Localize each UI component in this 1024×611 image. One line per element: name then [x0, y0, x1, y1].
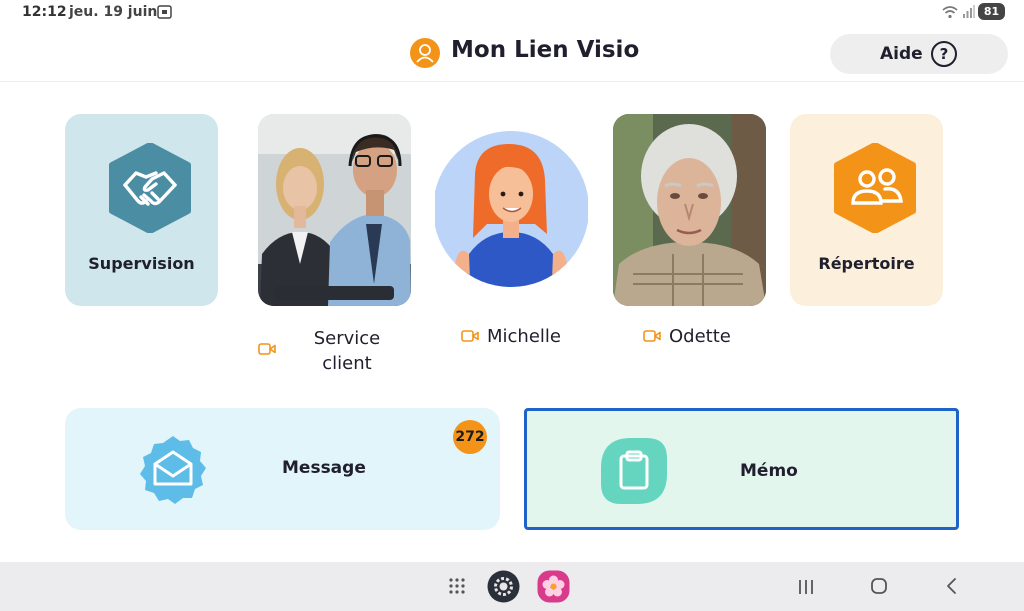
- service-client-photo: [258, 114, 411, 306]
- repertoire-tile[interactable]: Répertoire: [790, 114, 943, 306]
- message-card[interactable]: Message 272: [65, 408, 500, 530]
- michelle-avatar: [435, 131, 588, 287]
- status-time: 12:12: [22, 4, 67, 20]
- contact-name-odette[interactable]: Odette: [669, 326, 731, 347]
- status-date: jeu. 19 juin: [69, 4, 158, 20]
- wifi-icon: [942, 6, 958, 19]
- clipboard-icon: [601, 438, 667, 504]
- contact-name-service-client[interactable]: Service client: [292, 326, 402, 376]
- help-icon: ?: [931, 41, 957, 67]
- system-nav-bar: [0, 562, 1024, 611]
- recent-apps-icon[interactable]: [797, 578, 815, 596]
- video-camera-icon: [461, 330, 479, 342]
- settings-app-icon[interactable]: [487, 570, 520, 603]
- contact-name-line-1: Service: [313, 328, 381, 349]
- contact-name-michelle[interactable]: Michelle: [487, 326, 561, 347]
- repertoire-label: Répertoire: [818, 254, 915, 273]
- contact-name-line-2: client: [322, 353, 372, 374]
- odette-photo: [613, 114, 766, 306]
- unread-badge: 272: [453, 420, 487, 454]
- gallery-app-icon[interactable]: [537, 570, 570, 603]
- help-label: Aide: [880, 44, 923, 64]
- status-bar: 12:12 jeu. 19 juin 81: [0, 0, 1024, 26]
- help-button[interactable]: Aide ?: [830, 34, 1008, 74]
- memo-card[interactable]: Mémo: [524, 408, 959, 530]
- supervision-label: Supervision: [88, 254, 195, 273]
- back-icon[interactable]: [944, 577, 960, 595]
- app-logo-icon: [410, 38, 440, 68]
- contacts-icon: [834, 143, 916, 233]
- app-header: Mon Lien Visio Aide ?: [0, 26, 1024, 82]
- app-title: Mon Lien Visio: [451, 37, 640, 63]
- handshake-icon: [109, 143, 191, 233]
- video-camera-icon: [258, 343, 276, 355]
- message-label: Message: [282, 458, 366, 478]
- contact-michelle-tile[interactable]: [435, 114, 588, 306]
- battery-indicator: 81: [978, 3, 1005, 20]
- signal-icon: [963, 5, 975, 18]
- supervision-tile[interactable]: Supervision: [65, 114, 218, 306]
- envelope-icon: [140, 436, 206, 504]
- apps-grid-icon[interactable]: [448, 577, 466, 595]
- contact-service-client-tile[interactable]: [258, 114, 411, 306]
- home-icon[interactable]: [870, 577, 888, 595]
- memo-label: Mémo: [740, 461, 798, 481]
- video-camera-icon: [643, 330, 661, 342]
- screenshot-icon: [157, 5, 172, 19]
- contact-odette-tile[interactable]: [613, 114, 766, 306]
